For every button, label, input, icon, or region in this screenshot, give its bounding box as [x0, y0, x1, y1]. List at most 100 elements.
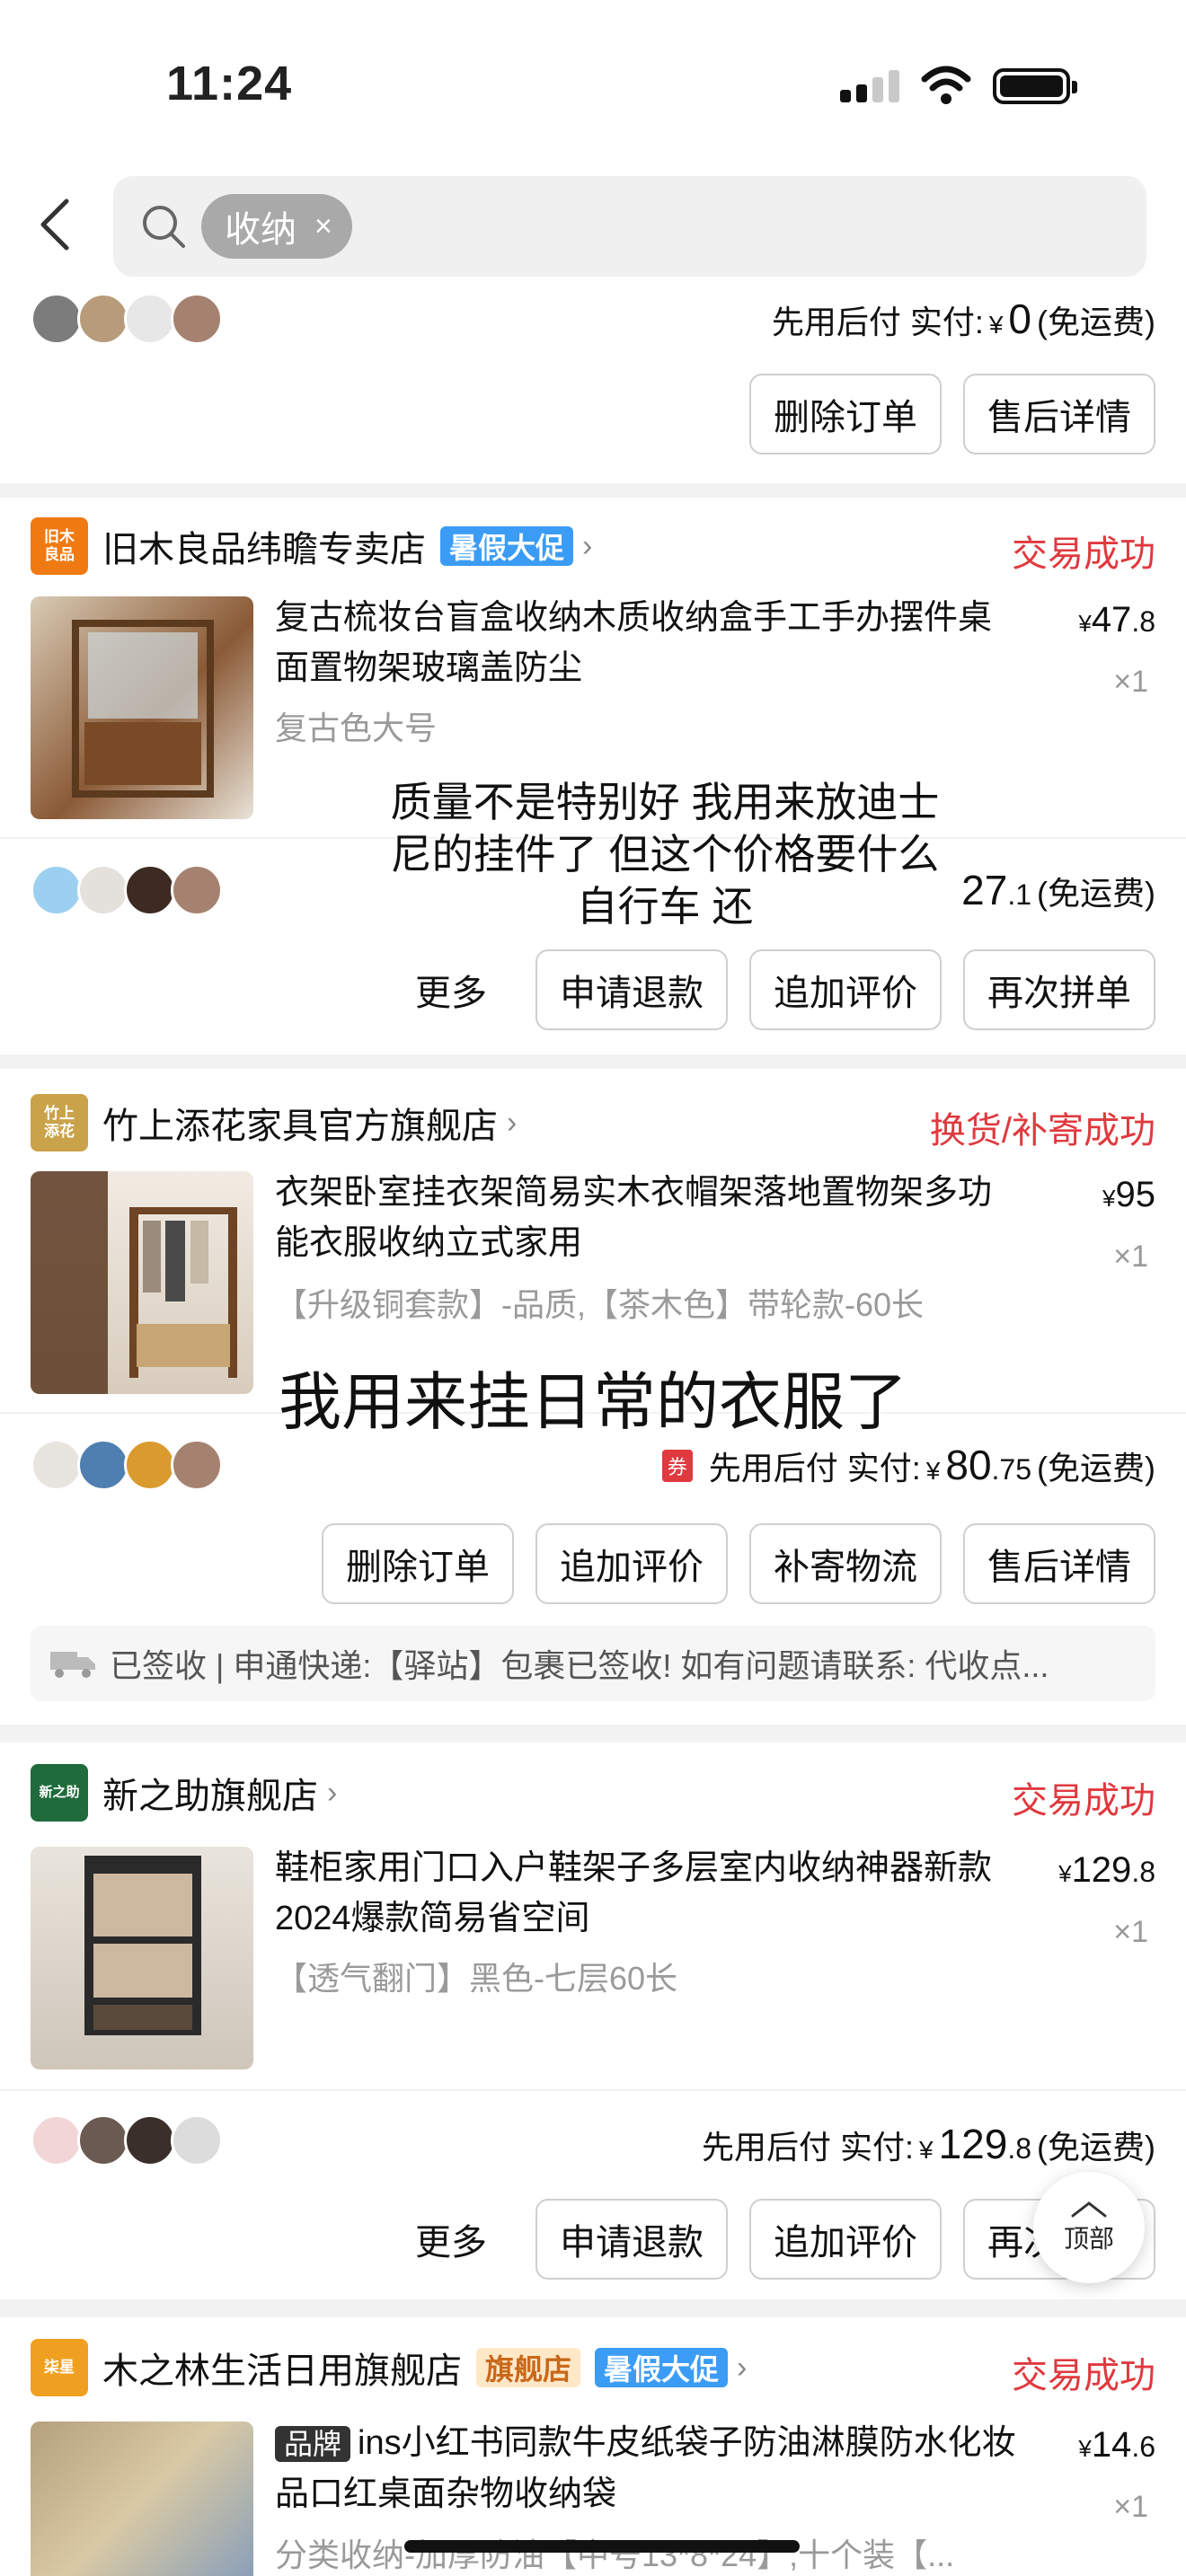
- buyer-avatars: [31, 864, 223, 918]
- avatar: [31, 1439, 83, 1491]
- add-review-button[interactable]: 追加评价: [749, 949, 942, 1030]
- delete-order-button[interactable]: 删除订单: [749, 374, 942, 454]
- status-time: 11:24: [166, 57, 293, 110]
- home-indicator: [404, 2540, 800, 2553]
- coupon-badge: 券: [661, 1450, 693, 1482]
- order-actions: 删除订单 售后详情: [749, 374, 1155, 454]
- search-keyword-chip[interactable]: 收纳 ×: [201, 194, 352, 259]
- back-arrow-icon[interactable]: [34, 198, 79, 251]
- avatar: [124, 1439, 176, 1491]
- order-card[interactable]: 新之助 新之助旗舰店 › 交易成功 鞋柜家用门口入户鞋架子多层室内收纳神器新款2…: [0, 1742, 1186, 2299]
- search-chip-label: 收纳: [225, 210, 296, 250]
- order-actions: 删除订单 追加评价 补寄物流 售后详情: [322, 1523, 1155, 1604]
- flagship-tag: 旗舰店: [476, 2348, 581, 2387]
- search-header: 收纳 ×: [0, 153, 1186, 287]
- shipping-note: (免运费): [1037, 1450, 1155, 1486]
- product-price: ¥129.8: [1058, 1850, 1155, 1890]
- chevron-right-icon: ›: [582, 528, 593, 563]
- product-title[interactable]: 品牌 ins小红书同款牛皮纸袋子防油淋膜防水化妆品口红桌面杂物收纳袋: [275, 2418, 1030, 2519]
- avatar: [31, 864, 83, 916]
- paid-amount: 129.8: [938, 2121, 1032, 2167]
- avatar: [31, 2114, 83, 2166]
- wifi-icon: [921, 66, 971, 104]
- back-to-top-label: 顶部: [1063, 2225, 1114, 2253]
- back-to-top-button[interactable]: 顶部: [1033, 2172, 1145, 2283]
- buyer-avatars: [31, 1439, 223, 1493]
- buyer-avatars: [31, 293, 223, 347]
- reship-logistics-button[interactable]: 补寄物流: [749, 1523, 942, 1604]
- product-quantity: ×1: [1113, 2490, 1148, 2524]
- chevron-right-icon: ›: [507, 1105, 518, 1140]
- order-card[interactable]: 柒星 木之林生活日用旗舰店 旗舰店 暑假大促 › 交易成功 品牌 ins小红书同款…: [0, 2317, 1186, 2576]
- request-refund-button[interactable]: 申请退款: [535, 2199, 728, 2280]
- chip-clear-icon[interactable]: ×: [314, 209, 332, 244]
- divider: [0, 2089, 1186, 2091]
- shop-logo: 竹上 添花: [31, 1094, 88, 1151]
- chevron-right-icon: ›: [327, 1775, 338, 1810]
- promo-tag: 暑假大促: [440, 526, 574, 566]
- product-title[interactable]: 复古梳妆台盲盒收纳木质收纳盒手工手办摆件桌面置物架玻璃盖防尘: [275, 593, 1012, 693]
- chevron-right-icon: ›: [737, 2350, 748, 2385]
- product-spec: 【透气翻门】黑色-七层60长: [275, 1960, 678, 1997]
- currency-symbol: ¥: [988, 311, 1004, 339]
- more-link[interactable]: 更多: [415, 964, 487, 1016]
- shipping-note: (免运费): [1037, 2129, 1155, 2166]
- add-review-button[interactable]: 追加评价: [535, 1523, 728, 1604]
- logistics-bar[interactable]: 已签收 | 申通快递:【驿站】包裹已签收! 如有问题请联系: 代收点...: [31, 1626, 1155, 1701]
- shop-logo: 新之助: [31, 1764, 88, 1822]
- avatar: [171, 1439, 223, 1491]
- shipping-note: (免运费): [1037, 304, 1155, 340]
- battery-icon: [993, 68, 1077, 104]
- promo-tag: 暑假大促: [595, 2348, 729, 2387]
- shop-name: 竹上添花家具官方旗舰店: [102, 1107, 498, 1146]
- avatar: [77, 293, 129, 345]
- product-image[interactable]: [31, 1847, 253, 2069]
- brand-badge: 品牌: [275, 2426, 351, 2462]
- product-image[interactable]: [31, 2422, 253, 2576]
- payment-label: 先用后付 实付:: [708, 1450, 921, 1486]
- reorder-button[interactable]: 再次拼单: [963, 949, 1155, 1030]
- add-review-button[interactable]: 追加评价: [749, 2199, 942, 2280]
- product-title[interactable]: 衣架卧室挂衣架简易实木衣帽架落地置物架多功能衣服收纳立式家用: [275, 1168, 1012, 1268]
- shop-header[interactable]: 新之助 新之助旗舰店 ›: [31, 1764, 337, 1822]
- video-subtitle: 质量不是特别好 我用来放迪士尼的挂件了 但这个价格要什么自行车 还: [390, 779, 940, 930]
- delete-order-button[interactable]: 删除订单: [322, 1523, 514, 1604]
- shop-name: 新之助旗舰店: [102, 1777, 318, 1816]
- payment-summary: 先用后付 实付: ¥0 (免运费): [772, 295, 1155, 343]
- product-title[interactable]: 鞋柜家用门口入户鞋架子多层室内收纳神器新款2024爆款简易省空间: [275, 1843, 1012, 1944]
- shop-header[interactable]: 竹上 添花 竹上添花家具官方旗舰店 ›: [31, 1094, 517, 1151]
- order-card-partial: 先用后付 实付: ¥0 (免运费) 删除订单 售后详情: [0, 287, 1186, 483]
- product-spec: 【升级铜套款】-品质,【茶木色】带轮款-60长: [275, 1286, 925, 1323]
- request-refund-button[interactable]: 申请退款: [535, 949, 728, 1030]
- product-quantity: ×1: [1113, 1239, 1148, 1274]
- more-link[interactable]: 更多: [415, 2213, 487, 2265]
- cellular-signal-icon: [840, 70, 903, 102]
- paid-amount: 80.75: [945, 1442, 1032, 1488]
- payment-label: 先用后付 实付:: [701, 2129, 914, 2166]
- search-input[interactable]: 收纳 ×: [113, 176, 1146, 277]
- shop-name: 旧木良品纬瞻专卖店: [102, 530, 426, 569]
- after-sale-details-button[interactable]: 售后详情: [963, 374, 1155, 454]
- currency-symbol: ¥: [925, 1457, 941, 1485]
- order-status: 换货/补寄成功: [929, 1111, 1155, 1151]
- avatar: [77, 1439, 129, 1491]
- after-sale-details-button[interactable]: 售后详情: [963, 1523, 1155, 1604]
- payment-summary: 27.1 (免运费): [961, 866, 1155, 914]
- avatar: [31, 293, 83, 345]
- product-quantity: ×1: [1113, 1915, 1148, 1949]
- avatar: [124, 293, 176, 345]
- paid-amount: 27.1: [961, 867, 1032, 913]
- product-quantity: ×1: [1113, 665, 1148, 699]
- product-price: ¥47.8: [1078, 600, 1155, 640]
- shop-header[interactable]: 旧木 良品 旧木良品纬瞻专卖店 暑假大促 ›: [31, 517, 592, 575]
- avatar: [171, 2114, 223, 2166]
- product-image[interactable]: [31, 1171, 253, 1394]
- product-image[interactable]: [31, 596, 253, 819]
- search-icon: [143, 206, 185, 248]
- status-bar: 11:24: [0, 0, 1186, 153]
- payment-label: 先用后付 实付:: [771, 304, 984, 340]
- shop-header[interactable]: 柒星 木之林生活日用旗舰店 旗舰店 暑假大促 ›: [31, 2339, 747, 2396]
- avatar: [171, 293, 223, 345]
- shop-logo: 柒星: [31, 2339, 88, 2396]
- truck-icon: [50, 1652, 95, 1678]
